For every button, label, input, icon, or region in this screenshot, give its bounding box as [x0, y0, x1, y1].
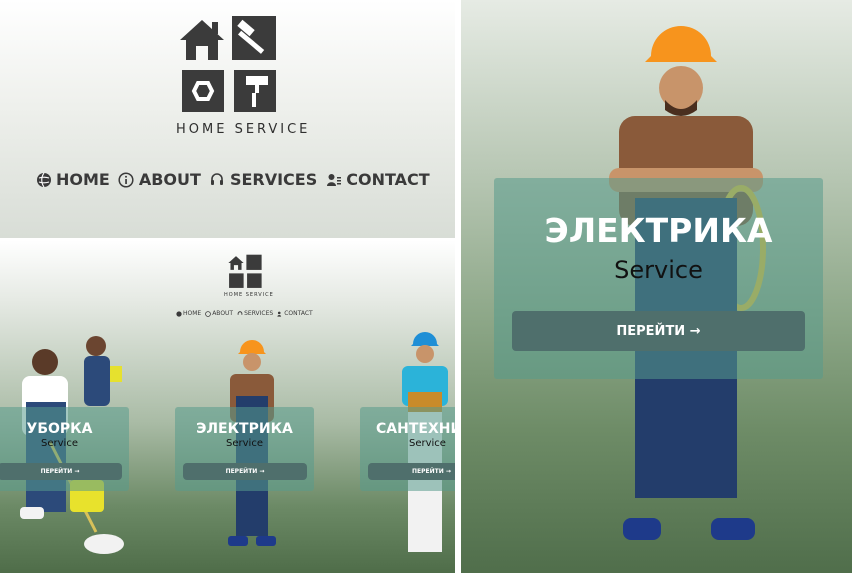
service-card-electric: ЭЛЕКТРИКА Service ПЕРЕЙТИ →: [175, 407, 314, 491]
detail-subtitle: Service: [614, 256, 703, 284]
nav-label-about-small: ABOUT: [212, 310, 234, 317]
headset-icon: [209, 171, 226, 188]
info-icon: [204, 310, 211, 317]
nav-item-about-small[interactable]: ABOUT: [204, 310, 233, 317]
main-nav: HOME ABOUT SERVICES CONTACT: [35, 170, 430, 189]
card-title: ЭЛЕКТРИКА: [196, 421, 293, 437]
card-subtitle: Service: [226, 438, 263, 449]
nav-item-services-small[interactable]: SERVICES: [236, 310, 273, 317]
detail-go-button[interactable]: ПЕРЕЙТИ →: [512, 311, 805, 351]
nav-item-home[interactable]: HOME: [35, 170, 110, 189]
card-go-button[interactable]: ПЕРЕЙТИ →: [183, 463, 307, 480]
header-panel: HOME SERVICE HOME ABOUT SERVICES CONTACT: [0, 0, 455, 238]
nav-item-about[interactable]: ABOUT: [118, 170, 201, 189]
service-card-cleaning: УБОРКА Service ПЕРЕЙТИ →: [0, 407, 129, 491]
nav-label-services: SERVICES: [229, 170, 318, 189]
service-detail-card: ЭЛЕКТРИКА Service ПЕРЕЙТИ →: [494, 178, 823, 379]
nav-item-services[interactable]: SERVICES: [209, 170, 317, 189]
hammer-icon: [232, 16, 276, 60]
info-icon: [118, 171, 135, 188]
nav-label-about: ABOUT: [138, 170, 201, 189]
card-subtitle: Service: [409, 438, 446, 449]
paint-roller-icon: [234, 70, 276, 112]
service-detail-panel: ЭЛЕКТРИКА Service ПЕРЕЙТИ →: [461, 0, 852, 573]
globe-icon: [35, 171, 52, 188]
brand-caption-small: HOME SERVICE: [224, 292, 274, 298]
logo-tiles-small: [228, 254, 262, 288]
logo-tiles: [180, 16, 276, 112]
nav-label-contact: CONTACT: [346, 170, 430, 189]
card-title: УБОРКА: [26, 421, 93, 437]
card-subtitle: Service: [41, 438, 78, 449]
headset-icon: [236, 310, 243, 317]
contact-card-icon: [325, 171, 342, 188]
contact-card-icon: [276, 310, 283, 317]
nut-icon: [182, 70, 224, 112]
services-overview-panel: HOME SERVICE HOME ABOUT SERVICES CONTACT: [0, 240, 455, 573]
globe-icon: [175, 310, 182, 317]
card-go-button[interactable]: ПЕРЕЙТИ →: [368, 463, 455, 480]
detail-title: ЭЛЕКТРИКА: [544, 211, 773, 250]
nav-label-services-small: SERVICES: [244, 310, 274, 317]
nav-item-contact-small[interactable]: CONTACT: [276, 310, 313, 317]
card-go-button[interactable]: ПЕРЕЙТИ →: [0, 463, 122, 480]
service-card-plumbing: САНТЕХНИ Service ПЕРЕЙТИ →: [360, 407, 455, 491]
nav-item-home-small[interactable]: HOME: [175, 310, 201, 317]
nav-item-contact[interactable]: CONTACT: [325, 170, 430, 189]
nav-label-home: HOME: [56, 170, 110, 189]
house-icon: [180, 20, 224, 60]
brand-caption: HOME SERVICE: [176, 122, 311, 137]
home-service-logo-small[interactable]: HOME SERVICE: [224, 254, 274, 302]
main-nav-small: HOME ABOUT SERVICES CONTACT: [175, 310, 313, 317]
nav-label-contact-small: CONTACT: [284, 310, 313, 317]
nav-label-home-small: HOME: [183, 310, 202, 317]
home-service-logo[interactable]: HOME SERVICE: [176, 14, 311, 138]
card-title: САНТЕХНИ: [376, 421, 455, 437]
